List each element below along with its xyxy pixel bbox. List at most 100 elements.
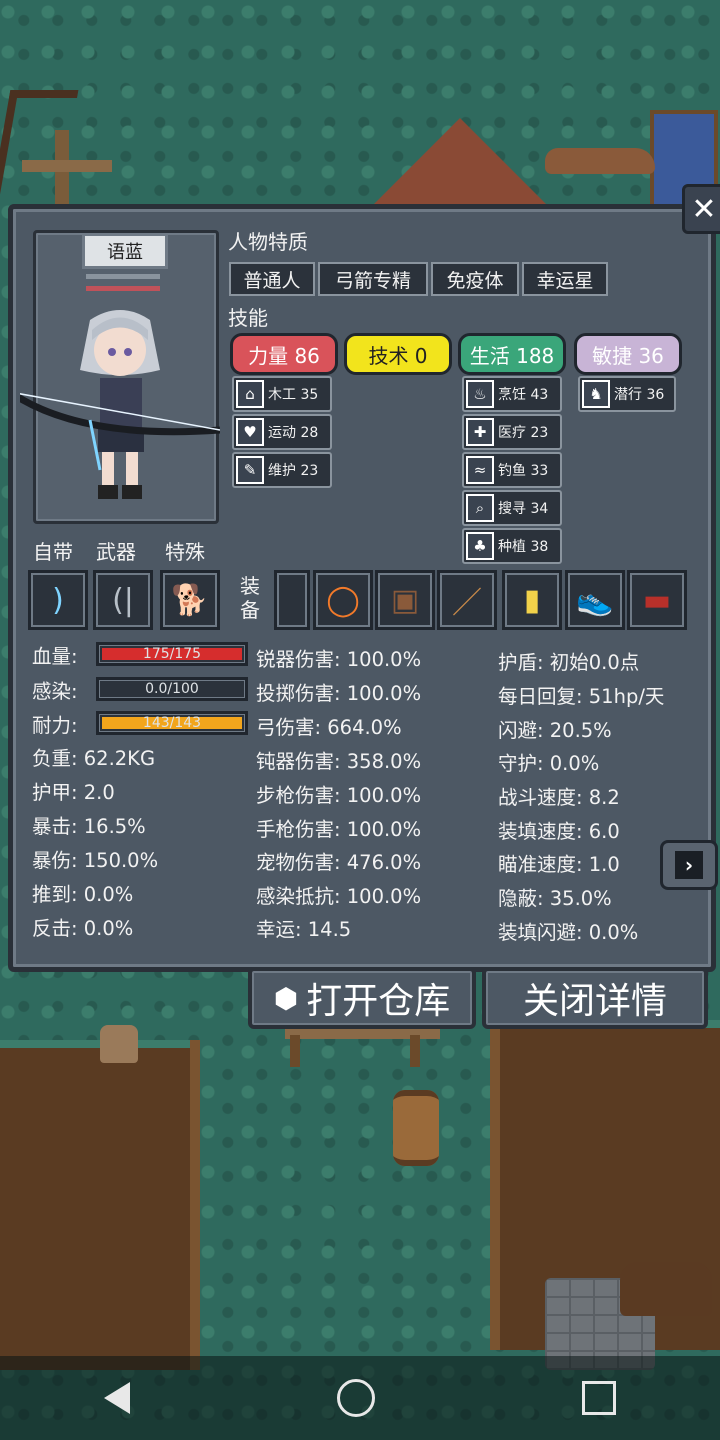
skills-title: 技能 <box>228 306 268 330</box>
workbench-leg <box>290 1035 300 1067</box>
tab-innate[interactable]: 自带 <box>33 536 73 565</box>
stat-luck: 幸运: 14.5 <box>256 918 352 941</box>
attr-life[interactable]: 生活 188 <box>458 333 566 375</box>
stat-dodge: 闪避: 20.5% <box>498 719 612 742</box>
stat-armor: 护甲: 2.0 <box>32 781 115 804</box>
skill-sports[interactable]: ♥ 运动 28 <box>232 414 332 450</box>
equipment-slot-book[interactable]: ▬ <box>627 570 687 630</box>
ring-icon: ◯ <box>326 582 360 618</box>
attr-technique[interactable]: 技术 0 <box>344 333 452 375</box>
stat-infection-resist: 感染抵抗: 100.0% <box>256 885 422 908</box>
skill-sneak[interactable]: ♞ 潜行 36 <box>578 376 676 412</box>
stat-aim-speed: 瞄准速度: 1.0 <box>498 853 620 876</box>
skill-fishing[interactable]: ≈ 钓鱼 33 <box>462 452 562 488</box>
stat-crit-damage: 暴伤: 150.0% <box>32 849 159 872</box>
tent-sprite <box>370 118 550 208</box>
stamina-label: 耐力: <box>32 714 78 737</box>
equipment-slot-sneaker[interactable]: 👟 <box>565 570 625 630</box>
system-nav-bar <box>0 1356 720 1440</box>
trait-lucky-star[interactable]: 幸运星 <box>522 262 608 296</box>
skill-searching[interactable]: ⌕ 搜寻 34 <box>462 490 562 526</box>
nav-home-icon[interactable] <box>336 1379 375 1417</box>
attr-strength[interactable]: 力量 86 <box>230 333 338 375</box>
stat-guard: 守护: 0.0% <box>498 752 600 775</box>
hp-bar: 175/175 <box>96 642 248 666</box>
infection-label: 感染: <box>32 680 78 703</box>
trait-archery-mastery[interactable]: 弓箭专精 <box>318 262 428 296</box>
innate-slot[interactable]: ) <box>28 570 88 630</box>
infection-value: 0.0/100 <box>145 681 199 697</box>
bow-icon: ) <box>52 582 64 618</box>
stamina-bar: 143/143 <box>96 711 248 735</box>
dirt-plot-left <box>0 1040 200 1370</box>
skill-cooking[interactable]: ♨ 烹饪 43 <box>462 376 562 412</box>
pot-icon: ♨ <box>466 380 494 408</box>
cat-sprite[interactable] <box>100 1025 138 1063</box>
hp-label: 血量: <box>32 645 78 668</box>
tab-special[interactable]: 特殊 <box>165 536 205 565</box>
stat-shield: 护盾: 初始0.0点 <box>498 651 640 674</box>
stat-stealth: 隐蔽: 35.0% <box>498 887 612 910</box>
special-slot[interactable]: 🐕 <box>160 570 220 630</box>
weapon-slot[interactable]: (| <box>93 570 153 630</box>
manual-icon: ▮ <box>523 582 541 618</box>
equipment-slot-backpack[interactable]: ▣ <box>375 570 435 630</box>
barrel-sprite[interactable] <box>393 1090 439 1166</box>
nav-back-icon[interactable] <box>103 1382 130 1414</box>
equipment-slot-manual[interactable]: ▮ <box>502 570 562 630</box>
tab-weapon[interactable]: 武器 <box>96 536 136 565</box>
medkit-icon: ✚ <box>466 418 494 446</box>
stat-daily-regen: 每日回复: 51hp/天 <box>498 685 665 708</box>
sneak-icon: ♞ <box>582 380 610 408</box>
workbench-leg <box>410 1035 420 1067</box>
close-icon: ✕ <box>691 191 717 227</box>
equipment-slot-ring[interactable]: ◯ <box>313 570 373 630</box>
stat-rifle-damage: 步枪伤害: 100.0% <box>256 784 422 807</box>
hp-value: 175/175 <box>142 646 202 662</box>
wooden-crossbar-sprite <box>22 160 112 172</box>
attr-agility[interactable]: 敏捷 36 <box>574 333 682 375</box>
skill-medical[interactable]: ✚ 医疗 23 <box>462 414 562 450</box>
infection-bar: 0.0/100 <box>96 677 248 701</box>
close-panel-button[interactable]: ✕ <box>682 184 720 234</box>
stat-reload-dodge: 装填闪避: 0.0% <box>498 921 639 944</box>
archer-character-sprite <box>20 310 220 499</box>
chevron-right-icon: › <box>675 851 703 879</box>
close-details-button[interactable]: 关闭详情 <box>482 967 708 1029</box>
stat-blunt-damage: 钝器伤害: 358.0% <box>256 750 422 773</box>
plant-icon: ♣ <box>466 532 494 560</box>
recurve-bow-icon: (| <box>112 582 134 618</box>
house-icon: ⌂ <box>236 380 264 408</box>
heart-icon: ♥ <box>236 418 264 446</box>
next-page-button[interactable]: › <box>660 840 718 890</box>
skill-carpentry[interactable]: ⌂ 木工 35 <box>232 376 332 412</box>
trait-immune[interactable]: 免疫体 <box>431 262 519 296</box>
stat-pet-damage: 宠物伤害: 476.0% <box>256 851 422 874</box>
open-storage-button[interactable]: ⬢ 打开仓库 <box>248 967 476 1029</box>
longbow-icon: ／ <box>452 586 482 621</box>
stat-sharp-damage: 锐器伤害: 100.0% <box>256 648 422 671</box>
dog-sprite[interactable] <box>620 1262 712 1316</box>
stat-reload-speed: 装填速度: 6.0 <box>498 820 620 843</box>
stat-pistol-damage: 手枪伤害: 100.0% <box>256 818 422 841</box>
stamina-value: 143/143 <box>142 715 202 731</box>
stat-combat-speed: 战斗速度: 8.2 <box>498 786 620 809</box>
otter-sprite[interactable] <box>545 148 655 174</box>
stat-crit-rate: 暴击: 16.5% <box>32 815 146 838</box>
backpack-icon: ▣ <box>390 582 420 618</box>
character-name: 语蓝 <box>82 233 168 269</box>
corgi-icon: 🐕 <box>171 582 209 618</box>
portrait-mini-bar-hp <box>86 286 160 291</box>
stat-throw-damage: 投掷伤害: 100.0% <box>256 682 422 705</box>
nav-recent-icon[interactable] <box>582 1381 617 1415</box>
wrench-icon: ✎ <box>236 456 264 484</box>
equipment-slot-empty[interactable] <box>274 570 310 630</box>
magnifier-icon: ⌕ <box>466 494 494 522</box>
trait-ordinary[interactable]: 普通人 <box>229 262 315 296</box>
fish-icon: ≈ <box>466 456 494 484</box>
stat-bow-damage: 弓伤害: 664.0% <box>256 716 402 739</box>
skill-farming[interactable]: ♣ 种植 38 <box>462 528 562 564</box>
skill-maintenance[interactable]: ✎ 维护 23 <box>232 452 332 488</box>
stat-counter: 反击: 0.0% <box>32 917 134 940</box>
equipment-slot-longbow[interactable]: ／ <box>437 570 497 630</box>
